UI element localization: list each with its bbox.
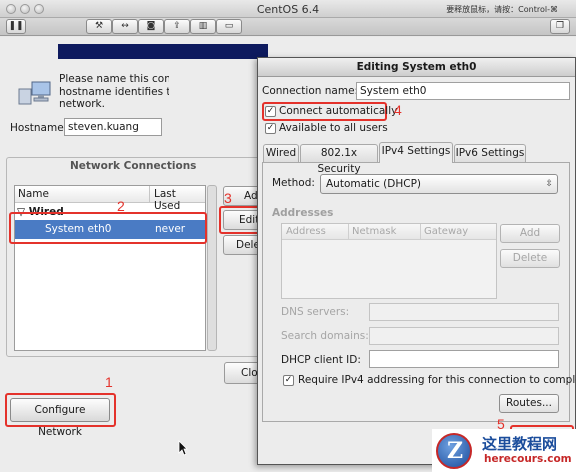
- column-separator: [420, 224, 421, 240]
- screen-icon[interactable]: ▭: [216, 19, 242, 34]
- watermark-letter: Z: [447, 438, 464, 464]
- trash-icon[interactable]: ▥: [190, 19, 216, 34]
- highlight-configure: [5, 393, 116, 427]
- wrench-icon[interactable]: ⚒: [86, 19, 112, 34]
- site-watermark: Z 这里教程网 herecours.com: [432, 429, 576, 472]
- usb-icon[interactable]: ⇪: [164, 19, 190, 34]
- available-all-users-label: Available to all users: [279, 122, 388, 134]
- network-icon: [18, 81, 51, 105]
- edit-connection-dialog: Editing System eth0 Connection name: Sys…: [257, 57, 576, 465]
- network-connections-title: Network Connections: [70, 160, 197, 172]
- tab-ipv4-settings[interactable]: IPv4 Settings: [379, 142, 453, 163]
- pause-icon[interactable]: ❚❚: [6, 19, 26, 34]
- annotation-1: 1: [105, 374, 113, 390]
- column-gateway: Gateway: [424, 226, 469, 237]
- search-domains-label: Search domains:: [281, 330, 369, 342]
- method-value: Automatic (DHCP): [326, 178, 422, 190]
- tab-wired[interactable]: Wired: [263, 144, 299, 162]
- add-address-button[interactable]: Add: [500, 224, 560, 243]
- annotation-2: 2: [117, 198, 125, 214]
- connection-name-label: Connection name:: [262, 85, 359, 97]
- select-arrows-icon: ⇳: [545, 179, 553, 189]
- tab-ipv6-settings[interactable]: IPv6 Settings: [454, 144, 526, 162]
- dhcp-client-id-input[interactable]: [369, 350, 559, 368]
- arrows-icon[interactable]: ↔: [112, 19, 138, 34]
- column-separator: [149, 186, 150, 203]
- connect-automatically-checkbox[interactable]: ✓: [265, 106, 276, 117]
- delete-address-button[interactable]: Delete: [500, 249, 560, 268]
- hostname-input[interactable]: steven.kuang: [64, 118, 162, 136]
- available-all-users-checkbox[interactable]: ✓: [265, 123, 276, 134]
- list-scrollbar[interactable]: [207, 185, 217, 351]
- hostname-description: Please name this com hostname identifies…: [59, 73, 169, 110]
- vm-toolbar: ❚❚ ⚒ ↔ ◙ ⇪ ▥ ▭ ❐: [0, 18, 576, 36]
- routes-button[interactable]: Routes...: [499, 394, 559, 413]
- watermark-logo-icon: Z: [436, 433, 472, 469]
- restore-icon[interactable]: ❐: [550, 19, 570, 34]
- connect-automatically-label: Connect automatically: [279, 105, 398, 117]
- require-ipv4-checkbox[interactable]: ✓: [283, 375, 294, 386]
- method-label: Method:: [272, 177, 315, 189]
- connection-name-input[interactable]: System eth0: [356, 82, 570, 100]
- hostname-label: Hostname:: [10, 122, 68, 134]
- search-domains-input[interactable]: [369, 327, 559, 345]
- connections-list[interactable]: Name Last Used ▽ Wired System eth0 never: [14, 185, 206, 351]
- highlight-connection: [9, 212, 207, 244]
- addresses-header: Address Netmask Gateway: [282, 224, 496, 240]
- method-select[interactable]: Automatic (DHCP) ⇳: [320, 174, 558, 194]
- tab-802-1x-security[interactable]: 802.1x Security: [300, 144, 378, 175]
- annotation-4: 4: [394, 102, 402, 118]
- list-header: Name Last Used: [15, 186, 205, 212]
- watermark-url: herecours.com: [484, 453, 572, 465]
- installer-banner: [58, 44, 268, 59]
- addresses-table[interactable]: Address Netmask Gateway: [281, 223, 497, 299]
- mouse-cursor-icon: [178, 440, 188, 456]
- vm-titlebar: CentOS 6.4 要释放鼠标，请按：Control-⌘: [0, 0, 576, 18]
- dns-servers-input[interactable]: [369, 303, 559, 321]
- column-last-used[interactable]: Last Used: [154, 188, 205, 212]
- column-address: Address: [286, 226, 326, 237]
- dns-servers-label: DNS servers:: [281, 306, 350, 318]
- column-separator: [348, 224, 349, 240]
- require-ipv4-label: Require IPv4 addressing for this connect…: [298, 374, 576, 386]
- column-name[interactable]: Name: [18, 188, 49, 200]
- watermark-title: 这里教程网: [482, 435, 558, 453]
- disk-icon[interactable]: ◙: [138, 19, 164, 34]
- dialog-title: Editing System eth0: [258, 58, 575, 77]
- release-mouse-hint: 要释放鼠标，请按：Control-⌘: [446, 5, 558, 14]
- annotation-3: 3: [224, 190, 232, 206]
- column-netmask: Netmask: [352, 226, 397, 237]
- dhcp-client-id-label: DHCP client ID:: [281, 354, 361, 366]
- addresses-section-label: Addresses: [272, 207, 334, 219]
